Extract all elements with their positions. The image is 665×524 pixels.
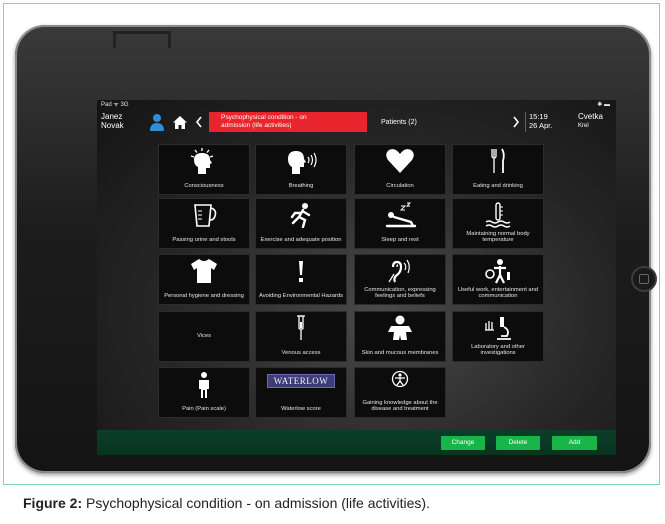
user-last-name: Novak — [101, 121, 124, 130]
tile-label: Circulation — [386, 183, 414, 190]
tile-waterlow[interactable]: WATERLOW Waterlow score — [255, 367, 347, 418]
tile-sleep-rest[interactable]: Sleep and rest — [354, 198, 446, 249]
user-first-name: Janez — [101, 112, 123, 121]
body-shape-icon — [355, 315, 445, 341]
tile-label: Pain (Pain scale) — [182, 406, 226, 413]
home-icon[interactable] — [172, 115, 188, 130]
section-title-line2: admission (life activities) — [221, 121, 292, 129]
tile-skin-mucous[interactable]: Skin and mucous membranes — [354, 311, 446, 362]
section-title-line1: Psychophysical condition - on — [221, 114, 307, 121]
microscope-icon — [453, 315, 543, 341]
tile-label: Exercise and adequate position — [260, 237, 342, 244]
tile-label: Skin and mucous membranes — [361, 350, 439, 357]
tile-label: Waterlow score — [281, 406, 321, 413]
tile-passing-urine[interactable]: Passing urine and stools — [158, 198, 250, 249]
people-activity-icon — [453, 258, 543, 284]
measuring-jug-icon — [159, 202, 249, 228]
tile-label: Useful work, entertainment and communica… — [457, 286, 539, 300]
tile-label: Vices — [196, 333, 212, 340]
caption-prefix: Figure 2: — [23, 495, 83, 511]
tile-eating-drinking[interactable]: Eating and drinking — [452, 144, 544, 195]
tile-pain-scale[interactable]: Pain (Pain scale) — [158, 367, 250, 418]
head-speaking-icon — [256, 148, 346, 174]
app-screen: Pad ᯤ 3G ✱ ▬ Janez Novak Psychophysical … — [97, 100, 616, 455]
tile-label: Gaining knowledge about the disease and … — [362, 399, 438, 413]
iv-needle-icon — [256, 315, 346, 341]
header-divider — [525, 112, 526, 132]
tile-hygiene-dressing[interactable]: Personal hygiene and dressing — [158, 254, 250, 305]
patients-link[interactable]: Patients (2) — [381, 119, 417, 126]
footer-action-bar: Change Delete Add — [97, 430, 616, 455]
tile-communication[interactable]: Communication, expressing feelings and b… — [354, 254, 446, 305]
figure-circle-icon — [355, 370, 445, 396]
tile-vices[interactable]: Vices — [158, 311, 250, 362]
exclamation-icon — [256, 258, 346, 284]
tile-environmental-hazards[interactable]: Avoiding Environmental Hazards — [255, 254, 347, 305]
tile-gaining-knowledge[interactable]: Gaining knowledge about the disease and … — [354, 367, 446, 418]
clock-date: 26 Apr. — [529, 120, 553, 130]
current-section-title: Psychophysical condition - on admission … — [209, 112, 367, 132]
tile-venous-access[interactable]: Venous access — [255, 311, 347, 362]
status-right: ✱ ▬ — [597, 102, 610, 108]
tile-label: Maintaining normal body temperature — [466, 230, 530, 244]
app-header: Janez Novak Psychophysical condition - o… — [97, 110, 616, 136]
nurse-first-name: Cvetka — [578, 112, 603, 121]
tile-consciousness[interactable]: Consciousness — [158, 144, 250, 195]
tile-label: Avoiding Environmental Hazards — [259, 293, 343, 300]
status-bar: Pad ᯤ 3G ✱ ▬ — [97, 100, 616, 110]
tile-useful-work[interactable]: Useful work, entertainment and communica… — [452, 254, 544, 305]
tile-label: Laboratory and other investigations — [471, 343, 525, 357]
tile-laboratory[interactable]: Laboratory and other investigations — [452, 311, 544, 362]
change-button[interactable]: Change — [441, 436, 485, 450]
tile-exercise[interactable]: Exercise and adequate position — [255, 198, 347, 249]
tile-label: Sleep and rest — [381, 237, 419, 244]
tile-label: Personal hygiene and dressing — [164, 293, 244, 300]
standing-person-icon — [159, 371, 249, 398]
heart-icon — [355, 148, 445, 174]
tile-label: Consciousness — [184, 183, 224, 190]
nurse-name: Cvetka Krel — [578, 112, 603, 130]
tshirt-icon — [159, 258, 249, 284]
fork-knife-icon — [453, 148, 543, 174]
tablet-device: Pad ᯤ 3G ✱ ▬ Janez Novak Psychophysical … — [15, 25, 657, 473]
tile-label: Breathing — [288, 183, 314, 190]
tile-label: Eating and drinking — [473, 183, 523, 190]
running-person-icon — [256, 202, 346, 228]
tablet-top-edge — [113, 31, 171, 48]
hearing-icon — [355, 258, 445, 284]
add-button[interactable]: Add — [552, 436, 597, 450]
tile-label: Passing urine and stools — [172, 237, 236, 244]
figure-caption: Figure 2: Psychophysical condition - on … — [23, 495, 430, 511]
thermometer-icon — [453, 202, 543, 228]
tile-circulation[interactable]: Circulation — [354, 144, 446, 195]
tile-label: Communication, expressing feelings and b… — [364, 286, 436, 300]
status-left: Pad ᯤ 3G — [101, 102, 129, 108]
tile-breathing[interactable]: Breathing — [255, 144, 347, 195]
user-name: Janez Novak — [101, 112, 124, 130]
delete-button[interactable]: Delete — [496, 436, 540, 450]
chevron-right-icon[interactable] — [512, 116, 520, 128]
time-date: 15:19 26 Apr. — [529, 112, 553, 130]
waterlow-logo: WATERLOW — [266, 374, 336, 388]
chevron-left-icon[interactable] — [195, 116, 203, 128]
person-icon[interactable] — [149, 113, 165, 131]
tile-label: Venous access — [281, 350, 321, 357]
tile-body-temperature[interactable]: Maintaining normal body temperature — [452, 198, 544, 249]
head-burst-icon — [159, 148, 249, 174]
caption-text: Psychophysical condition - on admission … — [82, 495, 430, 511]
nurse-last-name: Krel — [578, 122, 589, 129]
lying-person-icon — [355, 202, 445, 228]
tablet-home-button[interactable] — [631, 266, 657, 292]
